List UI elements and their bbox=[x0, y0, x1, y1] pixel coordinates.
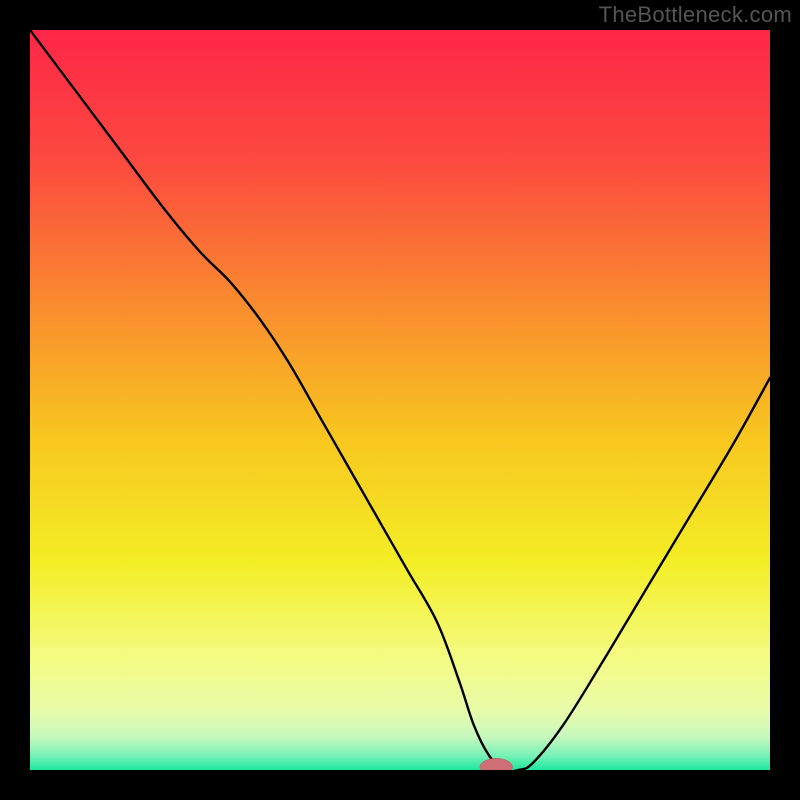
watermark-text: TheBottleneck.com bbox=[599, 2, 792, 28]
bottleneck-chart bbox=[30, 30, 770, 770]
chart-frame: TheBottleneck.com bbox=[0, 0, 800, 800]
plot-area bbox=[30, 30, 770, 770]
gradient-background bbox=[30, 30, 770, 770]
